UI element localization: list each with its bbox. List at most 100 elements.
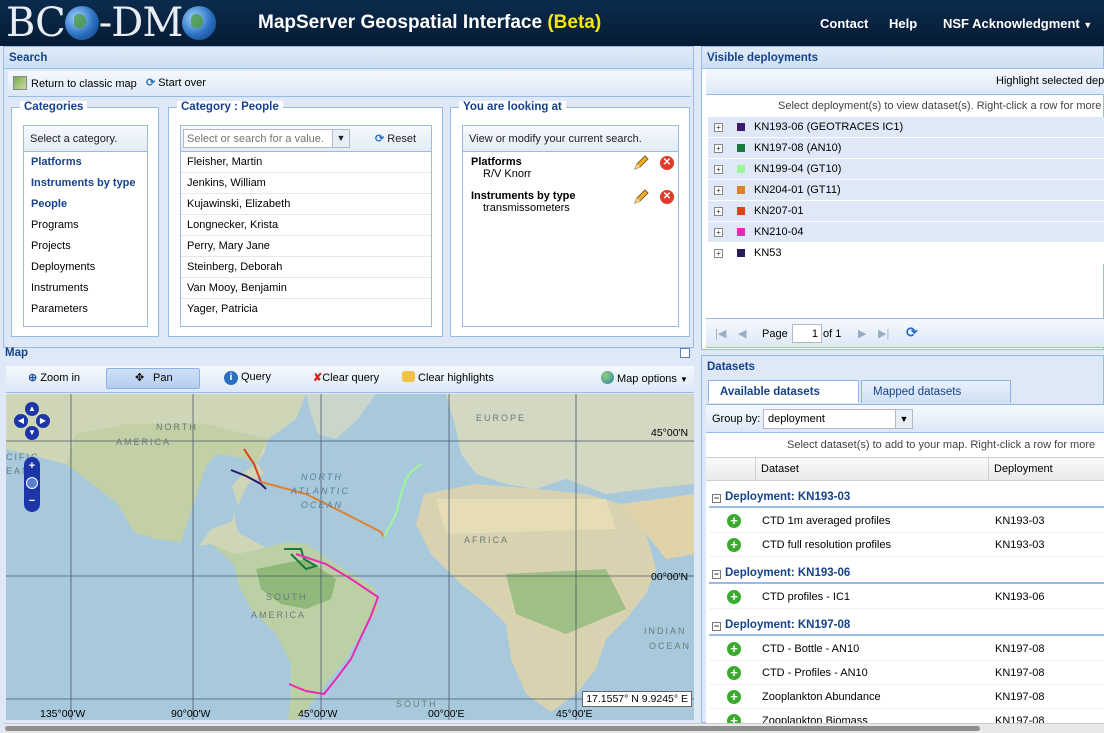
- column-deployment[interactable]: Deployment: [994, 463, 1053, 475]
- query-button[interactable]: i Query: [224, 371, 271, 385]
- highlight-selected-button[interactable]: Highlight selected depl: [996, 75, 1104, 87]
- clear-highlights-button[interactable]: Clear highlights: [402, 371, 494, 384]
- deployment-row[interactable]: + KN197-08 (AN10): [708, 138, 1104, 159]
- person-row[interactable]: Yager, Patricia: [181, 299, 431, 320]
- clear-query-button[interactable]: ✘Clear query: [313, 371, 379, 384]
- deployment-row[interactable]: + KN207-01: [708, 201, 1104, 222]
- category-instruments-by-type[interactable]: Instruments by type: [24, 173, 147, 194]
- zoom-in-button[interactable]: ⊕ Zoom in: [28, 371, 80, 384]
- bco-dmo-logo[interactable]: BC -DM: [6, 2, 217, 44]
- dataset-group-header[interactable]: − Deployment: KN197-08: [709, 614, 1104, 636]
- nav-contact[interactable]: Contact: [820, 16, 868, 31]
- deployment-row[interactable]: + KN204-01 (GT11): [708, 180, 1104, 201]
- pan-button[interactable]: ✥ Pan: [106, 368, 200, 389]
- map-canvas[interactable]: NORTH AMERICA EUROPE AFRICA SOUTH AMERIC…: [6, 394, 694, 720]
- expand-icon[interactable]: +: [714, 228, 723, 237]
- group-label: Deployment: KN197-08: [725, 619, 851, 631]
- return-classic-button[interactable]: Return to classic map: [13, 76, 137, 90]
- person-row[interactable]: Fleisher, Martin: [181, 152, 431, 173]
- expand-icon[interactable]: +: [714, 144, 723, 153]
- pan-right-button[interactable]: ▶: [36, 414, 50, 428]
- dropdown-trigger[interactable]: ▼: [332, 129, 350, 148]
- nav-nsf-acknowledgment[interactable]: NSF Acknowledgment ▼: [943, 16, 1092, 31]
- dataset-row[interactable]: + CTD full resolution profiles KN193-03: [709, 533, 1104, 557]
- map-svg[interactable]: NORTH AMERICA EUROPE AFRICA SOUTH AMERIC…: [6, 394, 694, 720]
- deployment-row[interactable]: + KN199-04 (GT10): [708, 159, 1104, 180]
- refresh-icon[interactable]: ⟳: [906, 324, 918, 341]
- dataset-group-header[interactable]: − Deployment: KN193-03: [709, 486, 1104, 508]
- collapse-icon[interactable]: −: [712, 494, 721, 503]
- next-page-icon[interactable]: ▶: [858, 327, 866, 340]
- person-row[interactable]: Steinberg, Deborah: [181, 257, 431, 278]
- zoom-out-icon[interactable]: −: [26, 495, 38, 507]
- deployment-row[interactable]: + KN210-04: [708, 222, 1104, 243]
- first-page-icon[interactable]: |◀: [715, 327, 726, 340]
- group-label: Deployment: KN193-06: [725, 567, 851, 579]
- group-by-select[interactable]: deployment ▼: [763, 409, 913, 429]
- tab-available-datasets[interactable]: Available datasets: [708, 380, 859, 403]
- people-search-input[interactable]: [183, 129, 349, 148]
- horizontal-scrollbar[interactable]: [3, 723, 1104, 733]
- category-people[interactable]: People: [24, 194, 147, 215]
- person-row[interactable]: Longnecker, Krista: [181, 215, 431, 236]
- person-row[interactable]: Perry, Mary Jane: [181, 236, 431, 257]
- pan-left-button[interactable]: ◀: [14, 414, 28, 428]
- filter-value: transmissometers: [483, 202, 570, 214]
- nav-help[interactable]: Help: [889, 16, 917, 31]
- remove-filter-icon[interactable]: ✕: [660, 156, 674, 170]
- person-row[interactable]: Van Mooy, Benjamin: [181, 278, 431, 299]
- dataset-name: CTD - Profiles - AN10: [762, 667, 868, 679]
- color-swatch: [737, 186, 745, 194]
- dataset-row[interactable]: + CTD profiles - IC1 KN193-06: [709, 585, 1104, 609]
- person-row[interactable]: Kujawinski, Elizabeth: [181, 194, 431, 215]
- reset-button[interactable]: ⟳ Reset: [375, 126, 416, 152]
- expand-icon[interactable]: +: [714, 165, 723, 174]
- pan-down-button[interactable]: ▼: [25, 426, 39, 440]
- dataset-row[interactable]: + CTD 1m averaged profiles KN193-03: [709, 509, 1104, 533]
- deployment-row[interactable]: + KN193-06 (GEOTRACES IC1): [708, 117, 1104, 138]
- dataset-group-header[interactable]: − Deployment: KN193-06: [709, 562, 1104, 584]
- pencil-icon[interactable]: [633, 155, 649, 171]
- category-deployments[interactable]: Deployments: [24, 257, 147, 278]
- scrollbar-thumb[interactable]: [5, 726, 980, 731]
- category-instruments[interactable]: Instruments: [24, 278, 147, 299]
- category-programs[interactable]: Programs: [24, 215, 147, 236]
- column-dataset[interactable]: Dataset: [761, 463, 799, 475]
- chevron-down-icon: ▼: [1083, 20, 1093, 30]
- category-platforms[interactable]: Platforms: [24, 152, 147, 173]
- category-projects[interactable]: Projects: [24, 236, 147, 257]
- expand-icon[interactable]: +: [714, 186, 723, 195]
- start-over-button[interactable]: ⟳ Start over: [146, 76, 206, 89]
- label-indian-ocean: OCEAN: [649, 641, 691, 651]
- add-dataset-icon[interactable]: +: [727, 690, 741, 704]
- prev-page-icon[interactable]: ◀: [738, 327, 746, 340]
- dataset-row[interactable]: + CTD - Bottle - AN10 KN197-08: [709, 637, 1104, 661]
- pan-up-button[interactable]: ▲: [25, 402, 39, 416]
- zoom-in-icon[interactable]: +: [26, 460, 38, 472]
- collapse-icon[interactable]: −: [712, 622, 721, 631]
- last-page-icon[interactable]: ▶|: [878, 327, 889, 340]
- expand-icon[interactable]: +: [714, 249, 723, 258]
- category-parameters[interactable]: Parameters: [24, 299, 147, 320]
- deployment-row[interactable]: + KN53: [708, 243, 1104, 264]
- pencil-icon[interactable]: [633, 189, 649, 205]
- datasets-panel: Datasets Available datasets Mapped datas…: [701, 355, 1104, 733]
- add-dataset-icon[interactable]: +: [727, 538, 741, 552]
- dataset-row[interactable]: + Zooplankton Abundance KN197-08: [709, 685, 1104, 709]
- collapse-icon[interactable]: [680, 348, 690, 358]
- add-dataset-icon[interactable]: +: [727, 642, 741, 656]
- dataset-row[interactable]: + CTD - Profiles - AN10 KN197-08: [709, 661, 1104, 685]
- expand-icon[interactable]: +: [714, 123, 723, 132]
- add-dataset-icon[interactable]: +: [727, 666, 741, 680]
- remove-filter-icon[interactable]: ✕: [660, 190, 674, 204]
- expand-icon[interactable]: +: [714, 207, 723, 216]
- map-options-button[interactable]: Map options ▼: [601, 371, 688, 385]
- add-dataset-icon[interactable]: +: [727, 590, 741, 604]
- pan-label: Pan: [153, 372, 173, 384]
- collapse-icon[interactable]: −: [712, 570, 721, 579]
- add-dataset-icon[interactable]: +: [727, 514, 741, 528]
- person-row[interactable]: Jenkins, William: [181, 173, 431, 194]
- world-zoom-icon[interactable]: [26, 477, 38, 489]
- tab-mapped-datasets[interactable]: Mapped datasets: [861, 380, 1011, 403]
- page-input[interactable]: [792, 324, 822, 343]
